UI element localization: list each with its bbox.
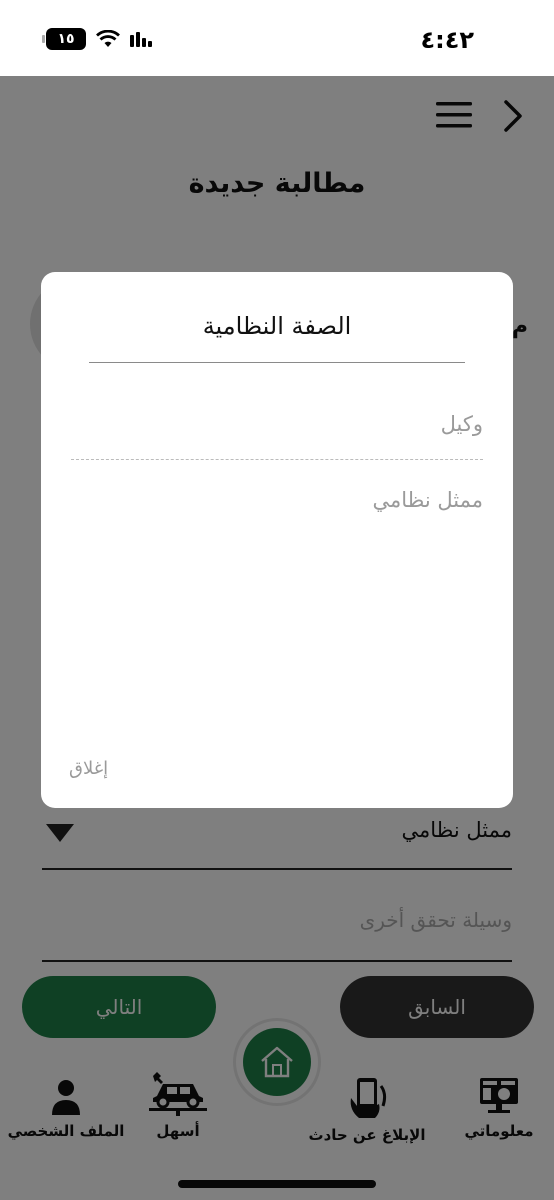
signal-icon (130, 32, 152, 47)
legal-status-modal: الصفة النظامية وكيل ممثل نظامي إغلاق (41, 272, 513, 808)
option-legal-representative[interactable]: ممثل نظامي (71, 488, 483, 512)
modal-divider (89, 362, 465, 363)
modal-title: الصفة النظامية (202, 312, 352, 340)
status-bar: ١٥ ٤:٤٢ (0, 0, 554, 76)
wifi-icon (96, 30, 120, 47)
status-icons: ١٥ (42, 28, 154, 50)
battery-icon: ١٥ (42, 28, 86, 50)
status-time: ٤:٤٢ (420, 26, 474, 54)
close-button[interactable]: إغلاق (69, 758, 108, 779)
option-agent[interactable]: وكيل (71, 412, 483, 460)
